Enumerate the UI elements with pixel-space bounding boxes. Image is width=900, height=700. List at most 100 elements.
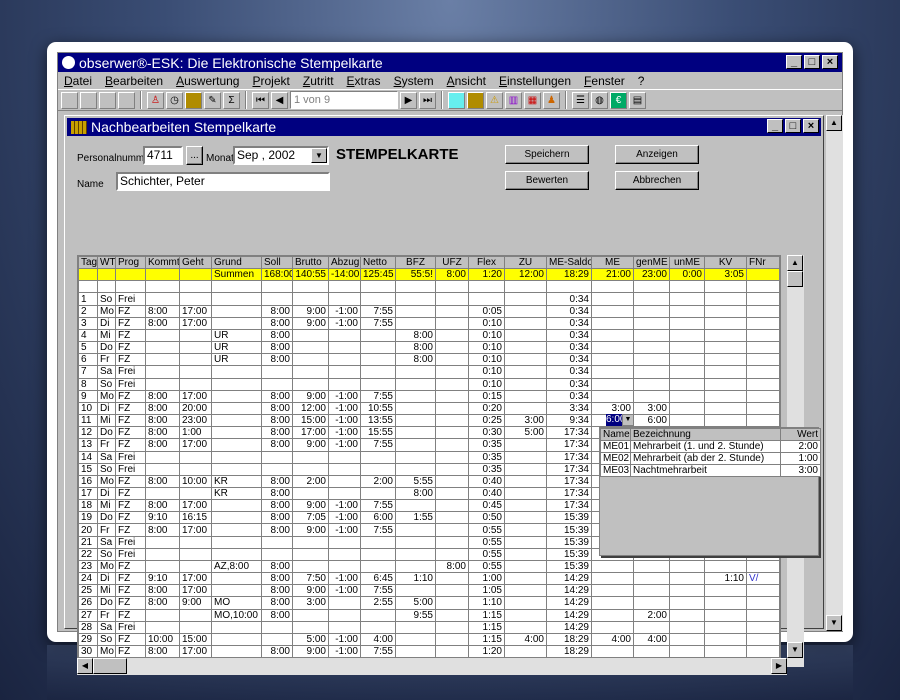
cell-prog[interactable]: FZ — [115, 328, 146, 343]
cell-wt[interactable]: So — [97, 377, 116, 391]
scroll-up-button[interactable]: ▲ — [787, 255, 803, 271]
cell-prog[interactable]: FZ — [115, 499, 146, 513]
person-icon[interactable]: ♙ — [147, 91, 164, 109]
cell-unme[interactable] — [669, 644, 705, 657]
cell-brutto[interactable] — [292, 547, 329, 561]
cell-mesaldo[interactable]: 14:29 — [546, 608, 592, 622]
euro-icon[interactable]: € — [610, 91, 627, 109]
cell-ufz[interactable] — [435, 535, 469, 549]
cell-mesaldo[interactable]: 17:34 — [546, 426, 592, 440]
cell-ufz[interactable] — [435, 365, 469, 379]
cell-geht[interactable]: 17:00 — [179, 438, 212, 452]
cell-soll[interactable]: 8:00 — [261, 426, 293, 440]
cell-soll[interactable]: 8:00 — [261, 316, 293, 330]
cell-bfz[interactable] — [395, 377, 436, 391]
cell-unme[interactable] — [669, 414, 705, 428]
cell-bfz[interactable]: 8:00 — [395, 341, 436, 355]
cell-geht[interactable] — [179, 341, 212, 355]
cell-brutto[interactable] — [292, 559, 329, 574]
cell-flex[interactable]: 0:45 — [468, 499, 505, 513]
table-row[interactable]: 5 Do FZ UR 8:00 8:00 0:10 0:34 — [78, 341, 780, 355]
cell-bfz[interactable] — [395, 559, 436, 574]
cell-kommt[interactable]: 8:00 — [145, 523, 180, 537]
cell-zu[interactable] — [504, 608, 547, 622]
cell-abzug[interactable] — [328, 328, 361, 343]
cell-abzug[interactable] — [328, 474, 361, 488]
cell-soll[interactable]: 8:00 — [261, 486, 293, 501]
cell-prog[interactable]: Frei — [115, 462, 146, 476]
cell-bfz[interactable] — [395, 401, 436, 416]
cell-ufz[interactable] — [435, 547, 469, 561]
cell-wt[interactable]: So — [97, 547, 116, 561]
grid-icon[interactable] — [185, 91, 202, 109]
cell-flex[interactable]: 0:40 — [468, 486, 505, 501]
cell-wt[interactable]: Di — [97, 401, 116, 416]
cell-kv[interactable] — [704, 584, 747, 598]
cell-mesaldo[interactable]: 14:29 — [546, 596, 592, 610]
cell-flex[interactable]: 1:15 — [468, 608, 505, 622]
cell-soll[interactable]: 8:00 — [261, 304, 293, 318]
cell-brutto[interactable]: 3:00 — [292, 596, 329, 610]
cell-kv[interactable] — [704, 328, 747, 343]
cell-grund[interactable] — [211, 414, 262, 428]
cell-bfz[interactable]: 55:5! — [395, 268, 436, 282]
cell-soll[interactable]: 8:00 — [261, 353, 293, 367]
cell-fnr[interactable] — [746, 304, 780, 318]
name-field[interactable]: Schichter, Peter — [116, 172, 330, 191]
cell-zu[interactable] — [504, 401, 547, 416]
column-header-soll[interactable]: Soll — [261, 256, 293, 270]
cell-grund[interactable] — [211, 401, 262, 416]
cell-ufz[interactable] — [435, 620, 469, 634]
cell-abzug[interactable]: -1:00 — [328, 316, 361, 330]
cell-kommt[interactable]: 8:00 — [145, 499, 180, 513]
cell-flex[interactable]: 0:10 — [468, 316, 505, 330]
cell-tag[interactable]: 12 — [78, 426, 98, 440]
cell-unme[interactable] — [669, 608, 705, 622]
cell-soll[interactable]: 8:00 — [261, 474, 293, 488]
cell-flex[interactable]: 1:20 — [468, 268, 505, 282]
cell-me[interactable]: 3:00 — [591, 401, 634, 416]
cell-flex[interactable]: 0:50 — [468, 511, 505, 525]
cell-kv[interactable] — [704, 304, 747, 318]
cell-tag[interactable]: 2 — [78, 304, 98, 318]
cell-netto[interactable] — [360, 462, 396, 476]
cell-genme[interactable] — [633, 316, 670, 330]
cell-bfz[interactable] — [395, 426, 436, 440]
cell-bfz[interactable] — [395, 304, 436, 318]
cell-kommt[interactable]: 8:00 — [145, 438, 180, 452]
cell-prog[interactable]: FZ — [115, 511, 146, 525]
cell-wt[interactable]: Do — [97, 426, 116, 440]
cell-me[interactable] — [591, 620, 634, 634]
cell-brutto[interactable]: 9:00 — [292, 304, 329, 318]
cell-mesaldo[interactable]: 17:34 — [546, 462, 592, 476]
cell-bfz[interactable] — [395, 462, 436, 476]
cell-ufz[interactable] — [435, 292, 469, 306]
cell-tag[interactable]: 7 — [78, 365, 98, 379]
cell-zu[interactable] — [504, 547, 547, 561]
cell-mesaldo[interactable]: 0:34 — [546, 389, 592, 403]
cell-netto[interactable] — [360, 547, 396, 561]
cell-mesaldo[interactable]: 18:29 — [546, 268, 592, 282]
cell-abzug[interactable]: -1:00 — [328, 499, 361, 513]
cell-tag[interactable]: 13 — [78, 438, 98, 452]
clock-icon[interactable]: ◷ — [166, 91, 183, 109]
cell-kv[interactable]: 3:05 — [704, 268, 747, 282]
cell-bfz[interactable] — [395, 365, 436, 379]
cell-fnr[interactable] — [746, 268, 780, 282]
cell-wt[interactable]: Mo — [97, 474, 116, 488]
menu-fenster[interactable]: Fenster — [584, 74, 625, 88]
cell-flex[interactable]: 0:55 — [468, 547, 505, 561]
cell-geht[interactable] — [179, 377, 212, 391]
cell-prog[interactable]: Frei — [115, 450, 146, 464]
menu-system[interactable]: System — [394, 74, 434, 88]
cell-brutto[interactable] — [292, 328, 329, 343]
cell-soll[interactable]: 8:00 — [261, 572, 293, 586]
cell-brutto[interactable]: 9:00 — [292, 523, 329, 537]
cell-prog[interactable]: FZ — [115, 474, 146, 488]
cell-flex[interactable]: 1:15 — [468, 620, 505, 634]
cell-flex[interactable]: 0:40 — [468, 474, 505, 488]
cell-prog[interactable]: FZ — [115, 596, 146, 610]
cell-ufz[interactable] — [435, 389, 469, 403]
cell-wt[interactable]: Di — [97, 486, 116, 501]
cell-ufz[interactable] — [435, 499, 469, 513]
